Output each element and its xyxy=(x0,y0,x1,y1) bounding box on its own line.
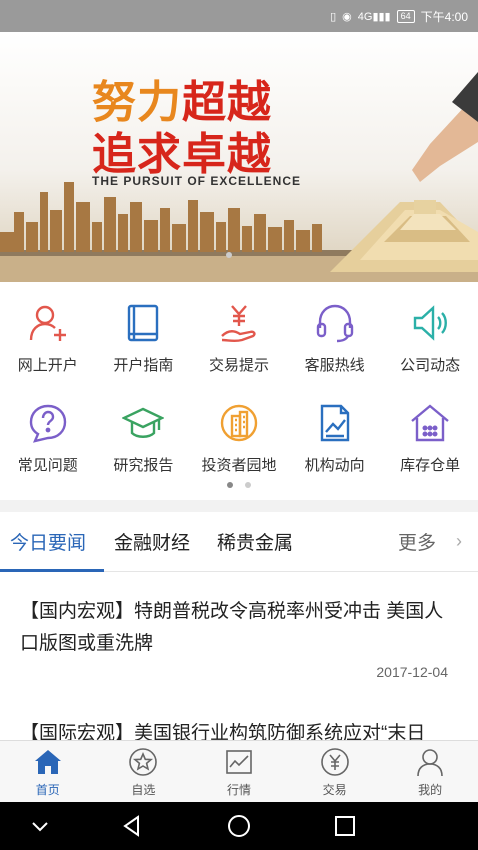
news-item[interactable]: 【国内宏观】特朗普税改令高税率州受冲击 美国人口版图或重洗牌 2017-12-0… xyxy=(20,596,458,680)
banner-headline-2: 追求卓越 xyxy=(92,118,272,182)
nav-label: 我的 xyxy=(418,783,443,797)
news-item[interactable]: 【国际宏观】美国银行业构筑防御系统应对“末日 xyxy=(20,718,458,740)
nav-trade[interactable]: 交易 xyxy=(287,741,383,803)
menu-pager xyxy=(0,482,478,488)
tab-today-news[interactable]: 今日要闻 xyxy=(10,528,86,555)
menu-item-label: 机构动向 xyxy=(304,457,365,474)
menu-item-label: 开户指南 xyxy=(113,357,174,374)
user-add-icon xyxy=(29,305,66,341)
chart-icon xyxy=(226,750,252,774)
banner-word: 追求 xyxy=(92,130,182,179)
chevron-down-icon[interactable] xyxy=(26,812,54,840)
city-building-icon xyxy=(220,404,258,442)
warehouse-icon xyxy=(411,404,449,442)
back-icon[interactable] xyxy=(118,812,146,840)
function-menu: 网上开户 开户指南 交易提示 客服热线 公司动态 常见问题 研究报告 投资者园地… xyxy=(0,282,478,500)
banner-word: 卓越 xyxy=(182,130,272,179)
nav-label: 行情 xyxy=(226,783,251,797)
menu-item-label: 库存仓单 xyxy=(400,457,461,474)
nav-profile[interactable]: 我的 xyxy=(382,741,478,803)
battery-icon: 64 xyxy=(396,9,415,23)
status-time: 下午4:00 xyxy=(420,9,468,24)
banner-indicator xyxy=(226,252,232,258)
nav-label: 首页 xyxy=(35,783,60,797)
nav-watchlist[interactable]: 自选 xyxy=(96,741,192,803)
home-button-icon[interactable] xyxy=(225,812,253,840)
menu-item-trade-tips[interactable]: 交易提示 xyxy=(191,282,287,378)
menu-item-warehouse-receipts[interactable]: 库存仓单 xyxy=(382,382,478,478)
system-navigation-bar xyxy=(0,802,478,850)
yen-circle-icon xyxy=(320,748,349,776)
menu-item-service-hotline[interactable]: 客服热线 xyxy=(287,282,383,378)
headset-icon xyxy=(316,304,353,343)
status-bar: ▯ ◉ 4G▮▮▮ 64 下午4:00 xyxy=(0,0,478,32)
menu-item-faq[interactable]: 常见问题 xyxy=(0,382,96,478)
menu-row: 常见问题 研究报告 投资者园地 机构动向 库存仓单 xyxy=(0,382,478,478)
news-tabs: 今日要闻 金融财经 稀贵金属 更多 › xyxy=(0,512,478,572)
menu-item-label: 客服热线 xyxy=(304,357,365,374)
pager-dot-active[interactable] xyxy=(227,482,233,488)
banner-carousel[interactable]: 努力超越 追求卓越 THE PURSUIT OF EXCELLENCE xyxy=(0,32,478,282)
speaker-icon xyxy=(413,305,448,341)
pager-dot[interactable] xyxy=(245,482,251,488)
news-title: 【国内宏观】特朗普税改令高税率州受冲击 美国人口版图或重洗牌 xyxy=(20,601,444,654)
menu-row: 网上开户 开户指南 交易提示 客服热线 公司动态 xyxy=(0,282,478,378)
home-icon xyxy=(34,750,61,774)
menu-item-label: 投资者园地 xyxy=(201,457,277,474)
menu-item-online-account[interactable]: 网上开户 xyxy=(0,282,96,378)
trend-chart-icon xyxy=(320,404,349,442)
banner-subtitle: THE PURSUIT OF EXCELLENCE xyxy=(92,174,302,188)
book-icon xyxy=(128,304,159,342)
news-list: 【国内宏观】特朗普税改令高税率州受冲击 美国人口版图或重洗牌 2017-12-0… xyxy=(0,572,478,740)
yen-hand-icon xyxy=(221,305,256,343)
news-date: 2017-12-04 xyxy=(376,664,448,680)
menu-item-label: 网上开户 xyxy=(17,357,78,374)
person-icon xyxy=(417,749,443,777)
section-divider xyxy=(0,500,478,512)
signal-icon: 4G▮▮▮ xyxy=(357,10,391,23)
graduation-cap-icon xyxy=(122,407,165,438)
tab-finance[interactable]: 金融财经 xyxy=(114,528,190,555)
bottom-navigation: 首页 自选 行情 交易 我的 xyxy=(0,740,478,802)
news-title: 【国际宏观】美国银行业构筑防御系统应对“末日 xyxy=(20,723,426,740)
menu-item-label: 常见问题 xyxy=(17,457,78,474)
nav-market[interactable]: 行情 xyxy=(191,741,287,803)
vibrate-icon: ▯ xyxy=(330,10,337,23)
menu-item-research[interactable]: 研究报告 xyxy=(96,382,192,478)
network-type: 4G xyxy=(357,10,373,23)
menu-item-account-guide[interactable]: 开户指南 xyxy=(96,282,192,378)
nav-label: 交易 xyxy=(322,783,347,797)
menu-item-label: 交易提示 xyxy=(208,357,269,374)
menu-item-investor-garden[interactable]: 投资者园地 xyxy=(191,382,287,478)
more-button[interactable]: 更多 xyxy=(398,528,436,555)
nav-label: 自选 xyxy=(131,783,156,797)
menu-item-institution-trends[interactable]: 机构动向 xyxy=(287,382,383,478)
eye-icon: ◉ xyxy=(342,10,352,23)
recents-icon[interactable] xyxy=(331,812,359,840)
nav-home[interactable]: 首页 xyxy=(0,741,96,803)
menu-item-label: 研究报告 xyxy=(113,457,174,474)
chevron-right-icon[interactable]: › xyxy=(456,531,462,552)
menu-item-company-news[interactable]: 公司动态 xyxy=(382,282,478,378)
menu-item-label: 公司动态 xyxy=(400,357,461,374)
star-circle-icon xyxy=(129,748,158,776)
question-icon xyxy=(29,404,66,443)
tab-precious-metals[interactable]: 稀贵金属 xyxy=(217,528,293,555)
